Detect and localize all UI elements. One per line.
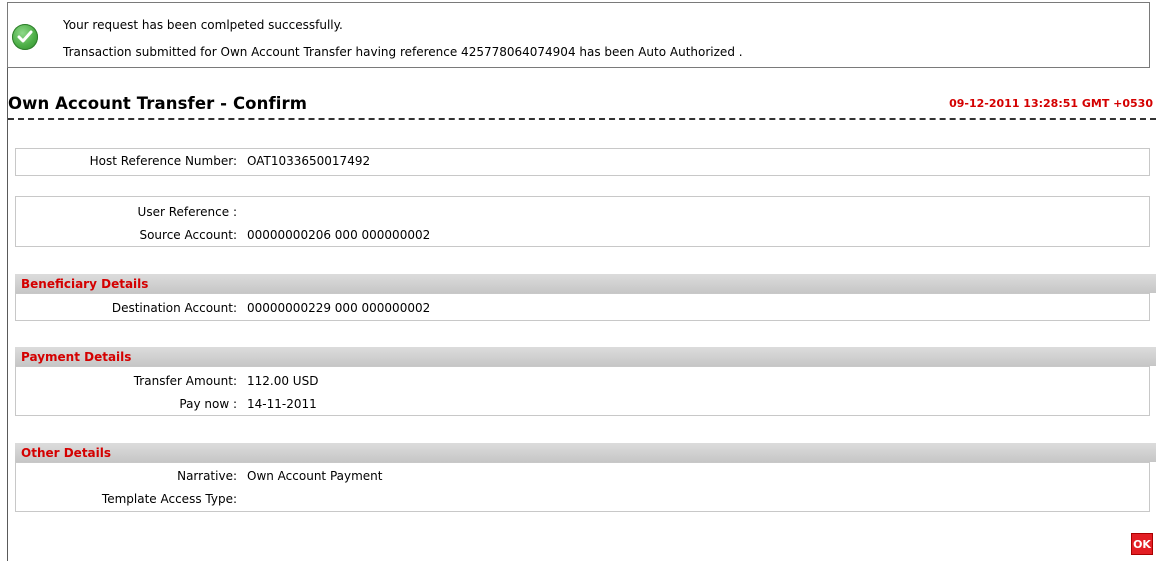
destination-account-row: Destination Account: 00000000229 000 000… bbox=[16, 301, 1149, 321]
user-reference-row: User Reference : bbox=[16, 205, 1149, 225]
transaction-message-line: Transaction submitted for Own Account Tr… bbox=[63, 45, 743, 59]
success-message-box: Your request has been comlpeted successf… bbox=[7, 2, 1150, 68]
pay-now-row: Pay now : 14-11-2011 bbox=[16, 397, 1149, 417]
source-account-row: Source Account: 00000000206 000 00000000… bbox=[16, 228, 1149, 248]
success-check-icon bbox=[12, 24, 38, 50]
narrative-value: Own Account Payment bbox=[247, 469, 383, 483]
other-details-header: Other Details bbox=[15, 443, 1156, 462]
beneficiary-panel: Destination Account: 00000000229 000 000… bbox=[15, 293, 1150, 321]
transfer-amount-label: Transfer Amount: bbox=[133, 374, 237, 388]
template-access-label: Template Access Type: bbox=[101, 492, 237, 506]
host-reference-panel: Host Reference Number: OAT1033650017492 bbox=[15, 148, 1150, 176]
success-message-line: Your request has been comlpeted successf… bbox=[63, 18, 343, 32]
beneficiary-details-header: Beneficiary Details bbox=[15, 274, 1156, 293]
narrative-row: Narrative: Own Account Payment bbox=[16, 469, 1149, 489]
source-account-label: Source Account: bbox=[139, 228, 237, 242]
page-title: Own Account Transfer - Confirm bbox=[8, 94, 308, 113]
transfer-amount-row: Transfer Amount: 112.00 USD bbox=[16, 374, 1149, 394]
narrative-label: Narrative: bbox=[177, 469, 237, 483]
payment-details-header: Payment Details bbox=[15, 347, 1156, 366]
pay-now-value: 14-11-2011 bbox=[247, 397, 317, 411]
other-details-panel: Narrative: Own Account Payment Template … bbox=[15, 462, 1150, 512]
payment-panel: Transfer Amount: 112.00 USD Pay now : 14… bbox=[15, 366, 1150, 416]
reference-panel: User Reference : Source Account: 0000000… bbox=[15, 196, 1150, 247]
host-reference-label: Host Reference Number: bbox=[89, 154, 237, 168]
source-account-value: 00000000206 000 000000002 bbox=[247, 228, 431, 242]
template-access-row: Template Access Type: bbox=[16, 492, 1149, 512]
transfer-amount-value: 112.00 USD bbox=[247, 374, 319, 388]
pay-now-label: Pay now : bbox=[179, 397, 237, 411]
title-divider bbox=[8, 118, 1156, 120]
destination-account-label: Destination Account: bbox=[111, 301, 237, 315]
ok-button[interactable]: OK bbox=[1131, 533, 1153, 555]
host-reference-value: OAT1033650017492 bbox=[247, 154, 371, 168]
host-reference-row: Host Reference Number: OAT1033650017492 bbox=[16, 154, 1149, 174]
destination-account-value: 00000000229 000 000000002 bbox=[247, 301, 431, 315]
user-reference-label: User Reference : bbox=[137, 205, 237, 219]
timestamp: 09-12-2011 13:28:51 GMT +0530 bbox=[949, 97, 1153, 110]
